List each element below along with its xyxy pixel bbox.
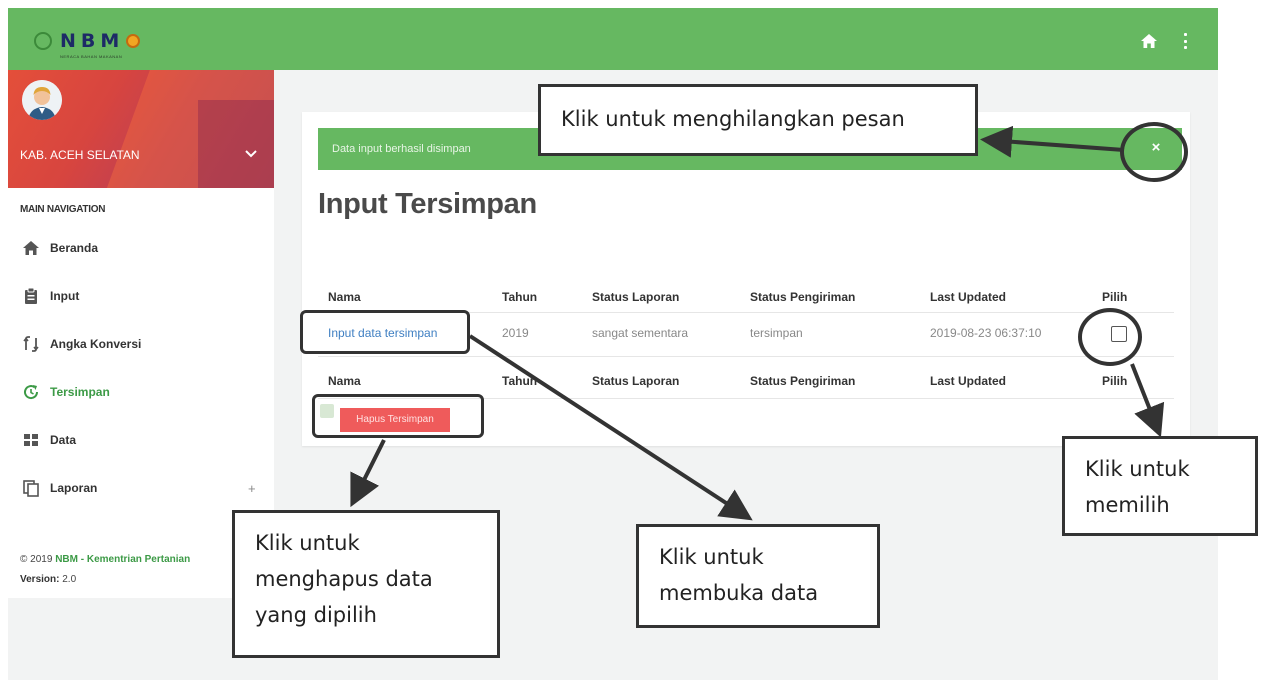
column-header-nama: Nama <box>328 290 361 304</box>
highlight-close <box>1120 122 1188 182</box>
callout-open-line: Klik untuk <box>659 545 764 569</box>
column-footer-status-laporan: Status Laporan <box>592 374 680 388</box>
column-header-pilih: Pilih <box>1102 290 1128 304</box>
version-value: 2.0 <box>62 574 77 585</box>
copy-icon <box>23 480 39 497</box>
home-icon <box>23 241 39 255</box>
cell-status-laporan: sangat sementara <box>592 326 689 340</box>
column-footer-status-pengiriman: Status Pengiriman <box>750 374 856 388</box>
callout-select: Klik untuk memilih <box>1062 436 1258 536</box>
emblem-icon <box>126 34 141 48</box>
logo-text: NBM <box>60 30 125 52</box>
callout-open: Klik untuk membuka data <box>636 524 880 628</box>
column-footer-last-updated: Last Updated <box>930 374 1007 388</box>
callout-delete-line: menghapus data <box>255 567 433 591</box>
callout-delete: Klik untuk menghapus data yang dipilih <box>232 510 500 658</box>
column-header-status-laporan: Status Laporan <box>592 290 680 304</box>
sidebar-item-input[interactable]: Input <box>8 276 274 316</box>
sidebar-item-label: Angka Konversi <box>50 337 142 351</box>
sidebar-item-label: Beranda <box>50 241 99 255</box>
sidebar-item-label: Laporan <box>50 481 98 495</box>
column-header-tahun: Tahun <box>502 290 538 304</box>
callout-open-line: membuka data <box>659 581 819 605</box>
sidebar-item-data[interactable]: Data <box>8 420 274 460</box>
top-navbar: NBM NERACA BAHAN MAKANAN <box>8 8 1218 70</box>
conversion-icon <box>23 336 39 352</box>
callout-dismiss-text: Klik untuk menghilangkan pesan <box>561 107 905 131</box>
callout-delete-line: yang dipilih <box>255 603 377 627</box>
sidebar-item-laporan[interactable]: Laporan + <box>8 468 274 508</box>
highlight-checkbox <box>1078 308 1142 366</box>
clipboard-icon <box>25 287 37 304</box>
callout-select-line: Klik untuk <box>1085 457 1190 481</box>
cell-status-pengiriman: tersimpan <box>750 326 803 340</box>
alert-message: Data input berhasil disimpan <box>332 143 471 155</box>
footer-brand-link[interactable]: NBM - Kementrian Pertanian <box>55 554 190 565</box>
cell-last-updated: 2019-08-23 06:37:10 <box>930 326 1042 340</box>
app-logo[interactable]: NBM <box>34 26 141 56</box>
dashboard-icon <box>24 434 38 446</box>
sidebar-item-label: Tersimpan <box>50 385 110 399</box>
column-footer-tahun: Tahun <box>502 374 538 388</box>
chevron-down-icon[interactable] <box>245 150 257 158</box>
sidebar-item-angka-konversi[interactable]: Angka Konversi <box>8 324 274 364</box>
cell-tahun: 2019 <box>502 326 529 340</box>
column-footer-pilih: Pilih <box>1102 374 1128 388</box>
refresh-icon <box>24 385 39 400</box>
user-location: KAB. ACEH SELATAN <box>20 148 140 162</box>
home-icon[interactable] <box>1141 34 1157 48</box>
sidebar-item-label: Input <box>50 289 80 303</box>
expand-icon[interactable]: + <box>248 481 256 496</box>
sidebar-item-beranda[interactable]: Beranda <box>8 228 274 268</box>
more-vertical-icon[interactable] <box>1182 33 1188 49</box>
highlight-open-link <box>300 310 470 354</box>
callout-select-line: memilih <box>1085 493 1170 517</box>
logo-subtitle: NERACA BAHAN MAKANAN <box>60 54 123 59</box>
sidebar-item-label: Data <box>50 433 77 447</box>
column-header-last-updated: Last Updated <box>930 290 1007 304</box>
column-header-status-pengiriman: Status Pengiriman <box>750 290 856 304</box>
nav-header: MAIN NAVIGATION <box>20 204 106 215</box>
page-title: Input Tersimpan <box>318 188 537 220</box>
avatar <box>22 80 62 120</box>
leaf-icon <box>34 32 52 50</box>
highlight-delete <box>312 394 484 438</box>
callout-delete-line: Klik untuk <box>255 531 360 555</box>
sidebar-item-tersimpan[interactable]: Tersimpan <box>8 372 274 412</box>
copyright: © 2019 <box>20 554 53 565</box>
column-footer-nama: Nama <box>328 374 361 388</box>
sidebar-footer: © 2019 NBM - Kementrian Pertanian Versio… <box>20 550 190 590</box>
user-panel[interactable]: KAB. ACEH SELATAN <box>8 70 274 188</box>
version-label: Version: <box>20 574 60 585</box>
callout-dismiss: Klik untuk menghilangkan pesan <box>538 84 978 156</box>
